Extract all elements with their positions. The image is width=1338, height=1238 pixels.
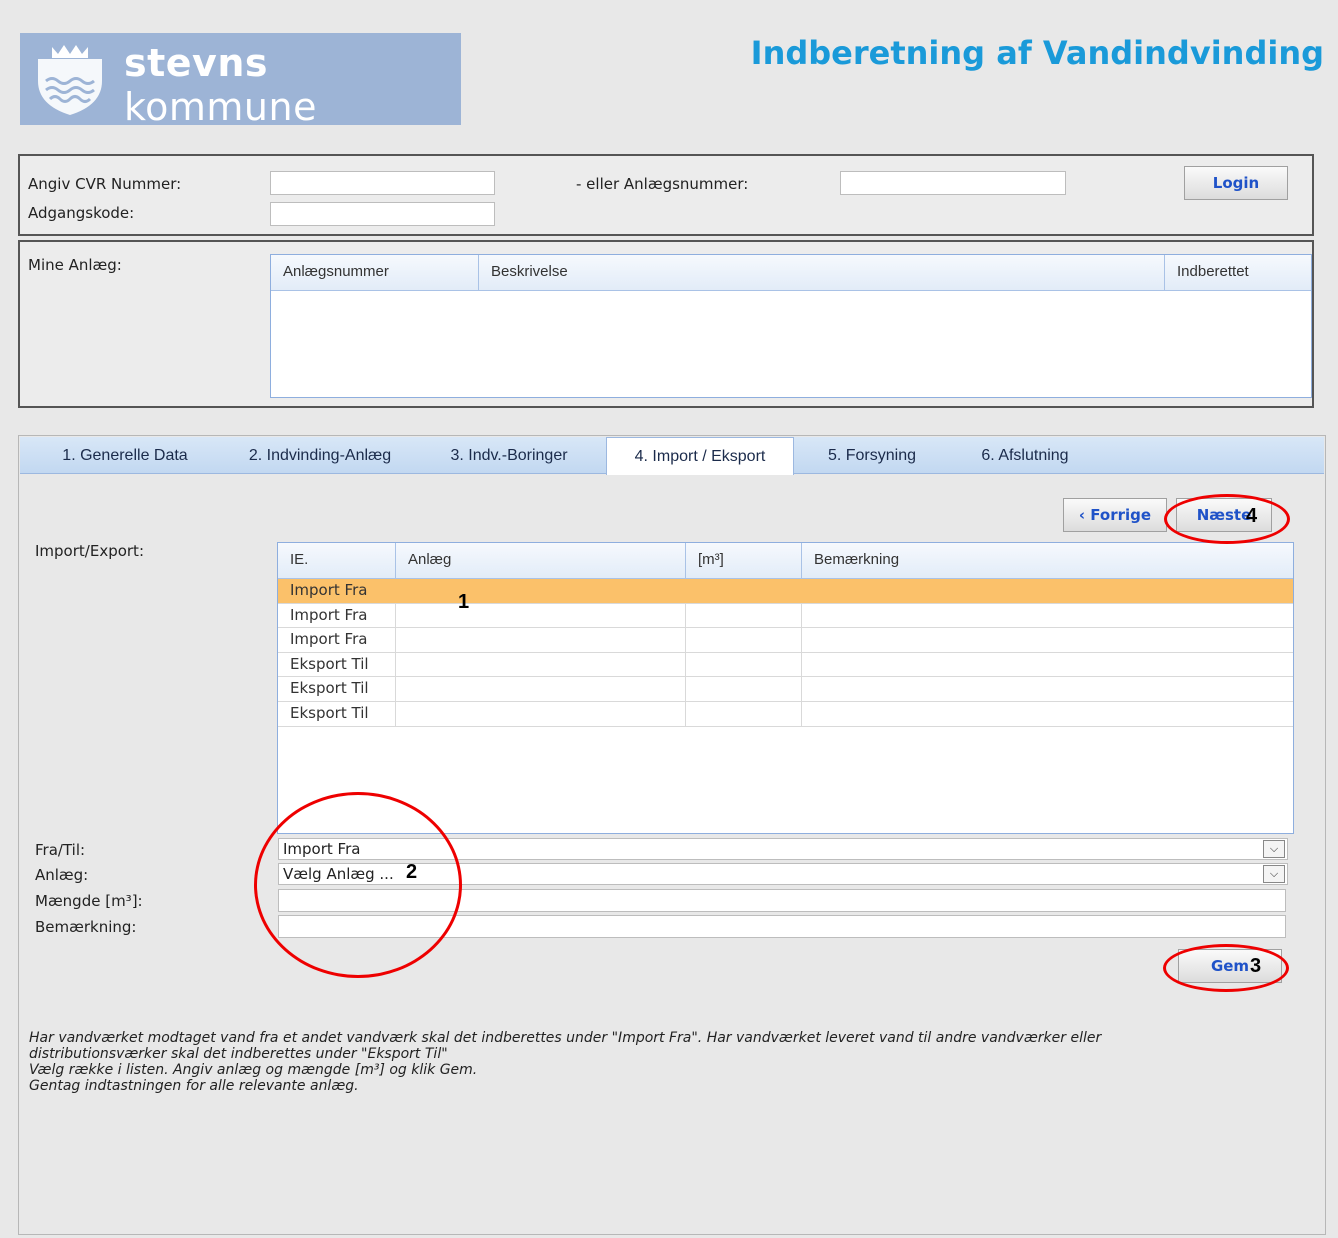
cell-bemaerkning	[802, 628, 1293, 652]
fratil-label: Fra/Til:	[35, 841, 86, 859]
cell-m3	[686, 579, 802, 603]
cvr-input[interactable]	[270, 171, 495, 195]
cell-m3	[686, 677, 802, 701]
tab-forsyning[interactable]: 5. Forsyning	[794, 437, 950, 474]
annotation-marker-1: 1	[458, 591, 470, 613]
annotation-marker-3: 3	[1250, 955, 1262, 977]
cell-anlaeg	[396, 652, 686, 677]
fratil-select[interactable]: Import Fra ⌵	[278, 838, 1288, 860]
cell-ie: Eksport Til	[278, 677, 396, 701]
annotation-marker-2: 2	[406, 861, 418, 883]
column-header[interactable]: Beskrivelse	[479, 255, 1165, 290]
chevron-down-icon[interactable]: ⌵	[1263, 865, 1285, 883]
cell-bemaerkning	[802, 677, 1293, 701]
cell-ie: Import Fra	[278, 603, 396, 628]
bemaerkning-input[interactable]	[278, 915, 1286, 938]
cell-ie: Eksport Til	[278, 652, 396, 677]
tabs-panel: 1. Generelle Data 2. Indvinding-Anlæg 3.…	[18, 435, 1326, 1235]
help-line: Vælg række i listen. Angiv anlæg og mæng…	[29, 1062, 478, 1078]
cell-ie: Import Fra	[278, 628, 396, 652]
save-button[interactable]: Gem	[1178, 949, 1282, 983]
login-panel: Angiv CVR Nummer: Adgangskode: - eller A…	[18, 154, 1314, 236]
cell-anlaeg	[396, 603, 686, 628]
cell-bemaerkning	[802, 702, 1293, 726]
import-export-grid[interactable]: IE. Anlæg [m³] Bemærkning Import Fra Imp…	[277, 542, 1294, 834]
table-row[interactable]: Eksport Til	[278, 677, 1293, 702]
tab-indvinding-anlaeg[interactable]: 2. Indvinding-Anlæg	[220, 437, 420, 474]
table-row[interactable]: Eksport Til	[278, 652, 1293, 678]
cell-bemaerkning	[802, 604, 1293, 628]
login-button[interactable]: Login	[1184, 166, 1288, 200]
fratil-selected-value: Import Fra	[283, 840, 361, 858]
grid-header: Anlægsnummer Beskrivelse Indberettet	[271, 255, 1311, 291]
password-label: Adgangskode:	[28, 204, 135, 222]
column-header[interactable]: Anlægsnummer	[271, 255, 479, 290]
cell-anlaeg	[396, 701, 686, 726]
anlaeg-number-input[interactable]	[840, 171, 1066, 195]
chevron-down-icon[interactable]: ⌵	[1263, 840, 1285, 858]
cell-ie: Import Fra	[278, 579, 396, 603]
annotation-marker-4: 4	[1246, 505, 1258, 527]
anlaeg-selected-value: Vælg Anlæg ...	[283, 865, 394, 883]
maengde-input[interactable]	[278, 889, 1286, 912]
bemaerkning-label: Bemærkning:	[35, 918, 137, 936]
table-row[interactable]: Import Fra	[278, 628, 1293, 653]
column-header[interactable]: Indberettet	[1165, 255, 1311, 290]
page-title: Indberetning af Vandindvinding	[750, 34, 1324, 72]
cell-m3	[686, 652, 802, 677]
logo-wordmark: stevns kommune	[124, 41, 317, 129]
table-row[interactable]: Eksport Til	[278, 701, 1293, 727]
logo: stevns kommune	[20, 33, 461, 129]
cell-bemaerkning	[802, 653, 1293, 677]
cell-ie: Eksport Til	[278, 701, 396, 726]
cell-m3	[686, 628, 802, 652]
cell-anlaeg	[396, 579, 686, 603]
cell-m3	[686, 603, 802, 628]
next-button[interactable]: Næste	[1176, 498, 1272, 532]
column-header[interactable]: IE.	[278, 543, 396, 578]
anlaeg-number-label: - eller Anlægsnummer:	[576, 175, 749, 193]
help-line: Gentag indtastningen for alle relevante …	[29, 1078, 359, 1094]
help-line: Har vandværket modtaget vand fra et ande…	[29, 1030, 1102, 1046]
cell-anlaeg	[396, 677, 686, 701]
column-header[interactable]: Bemærkning	[802, 543, 1293, 578]
help-text: Har vandværket modtaget vand fra et ande…	[29, 1030, 1319, 1094]
shield-crown-icon	[38, 45, 102, 115]
cell-m3	[686, 701, 802, 726]
help-line: distributionsværker skal det indberettes…	[29, 1046, 448, 1062]
cell-anlaeg	[396, 628, 686, 652]
column-header[interactable]: [m³]	[686, 543, 802, 578]
tab-indv-boringer[interactable]: 3. Indv.-Boringer	[420, 437, 598, 474]
cvr-label: Angiv CVR Nummer:	[28, 175, 182, 193]
table-row[interactable]: Import Fra	[278, 579, 1293, 604]
mine-anlaeg-panel: Mine Anlæg: Anlægsnummer Beskrivelse Ind…	[18, 240, 1314, 408]
tab-bar: 1. Generelle Data 2. Indvinding-Anlæg 3.…	[20, 437, 1324, 475]
import-export-label: Import/Export:	[35, 542, 144, 560]
tab-import-eksport[interactable]: 4. Import / Eksport	[606, 437, 794, 475]
tab-afslutning[interactable]: 6. Afslutning	[950, 437, 1100, 474]
table-row[interactable]: Import Fra	[278, 603, 1293, 629]
anlaeg-label: Anlæg:	[35, 866, 89, 884]
mine-anlaeg-label: Mine Anlæg:	[28, 256, 122, 274]
cell-bemaerkning	[802, 579, 1293, 603]
column-header[interactable]: Anlæg	[396, 543, 686, 578]
maengde-label: Mængde [m³]:	[35, 892, 143, 910]
anlaeg-select[interactable]: Vælg Anlæg ... ⌵	[278, 863, 1288, 885]
password-input[interactable]	[270, 202, 495, 226]
mine-anlaeg-grid[interactable]: Anlægsnummer Beskrivelse Indberettet	[270, 254, 1312, 398]
prev-button[interactable]: ‹ Forrige	[1063, 498, 1167, 532]
grid-header: IE. Anlæg [m³] Bemærkning	[278, 543, 1293, 579]
tab-generelle-data[interactable]: 1. Generelle Data	[30, 437, 220, 474]
